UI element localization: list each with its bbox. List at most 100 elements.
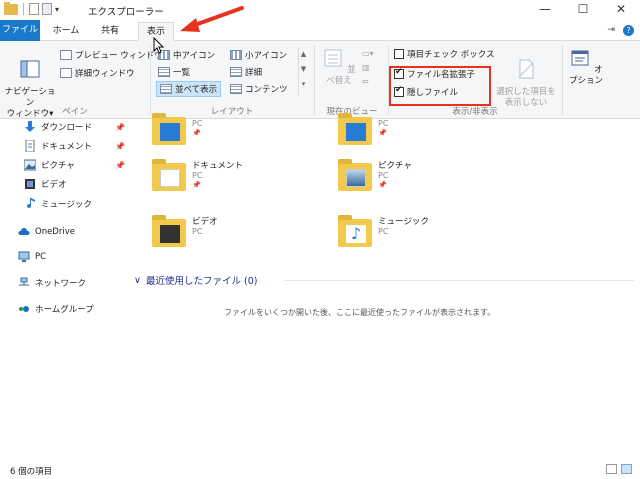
folder-name: ドキュメント bbox=[192, 161, 244, 171]
nav-item-pictures[interactable]: ピクチャ bbox=[24, 159, 75, 171]
mouse-cursor-icon bbox=[153, 37, 165, 54]
nav-label-network: ネットワーク bbox=[35, 279, 87, 289]
navigation-pane-icon bbox=[20, 60, 40, 78]
content-area: PC 📌 PC 📌 ドキュメント PC 📌 ピクチャ PC 📌 ビデオ PC ♪… bbox=[134, 113, 634, 459]
item-checkboxes-label: 項目チェック ボックス bbox=[407, 50, 495, 60]
annotation-arrow-icon bbox=[180, 6, 244, 32]
folder-tile-videos[interactable]: ビデオ PC bbox=[152, 215, 332, 263]
folder-location: PC bbox=[192, 227, 203, 236]
group-layout: 中アイコン 小アイコン 一覧 詳細 並べて表示 コンテンツ ▲ ▼ ▾ レイアウト bbox=[152, 41, 312, 119]
divider bbox=[562, 45, 563, 115]
highlight-box bbox=[389, 66, 491, 106]
status-bar: 6 個の項目 bbox=[0, 459, 640, 479]
window-title: エクスプローラー bbox=[88, 7, 164, 18]
folder-icon[interactable] bbox=[4, 1, 18, 15]
folder-location: PC bbox=[192, 119, 203, 128]
nav-item-homegroup[interactable]: ホームグループ bbox=[18, 303, 94, 315]
layout-list[interactable]: 一覧 bbox=[158, 66, 190, 78]
folder-tile-documents[interactable]: ドキュメント PC 📌 bbox=[152, 159, 332, 207]
large-icons-view-icon[interactable] bbox=[621, 464, 632, 474]
content-icon bbox=[230, 84, 242, 94]
preview-pane-button[interactable]: プレビュー ウィンドウ bbox=[60, 49, 163, 61]
pin-icon[interactable]: 📌 bbox=[115, 161, 125, 170]
layout-content[interactable]: コンテンツ bbox=[230, 83, 288, 95]
recent-files-title: 最近使用したファイル (0) bbox=[145, 276, 258, 287]
layout-small-icons[interactable]: 小アイコン bbox=[230, 49, 287, 61]
nav-label-pc: PC bbox=[35, 252, 47, 262]
tab-share[interactable]: 共有 bbox=[92, 22, 128, 41]
ribbon: ナビゲーション ウィンドウ▾ プレビュー ウィンドウ 詳細ウィンドウ ペイン 中… bbox=[0, 41, 640, 119]
folder-icon: ♪ bbox=[338, 215, 372, 247]
folder-tile-pictures[interactable]: ピクチャ PC 📌 bbox=[338, 159, 518, 207]
folder-tile-music[interactable]: ♪ ミュージック PC bbox=[338, 215, 518, 263]
nav-item-pc[interactable]: PC bbox=[18, 251, 46, 263]
divider bbox=[284, 280, 634, 281]
computer-icon bbox=[18, 251, 30, 262]
options-button[interactable]: オプション bbox=[566, 47, 606, 87]
nav-item-network[interactable]: ネットワーク bbox=[18, 277, 86, 289]
music-note-icon bbox=[27, 198, 35, 209]
folder-location: PC bbox=[378, 227, 389, 236]
sort-by-button[interactable]: 並べ替え bbox=[320, 47, 358, 87]
recent-files-header[interactable]: ∨ 最近使用したファイル (0) bbox=[134, 273, 258, 288]
help-icon[interactable]: ? bbox=[623, 25, 634, 36]
pin-icon: 📌 bbox=[378, 129, 387, 137]
folder-icon bbox=[338, 159, 372, 191]
preview-pane-icon bbox=[60, 50, 72, 60]
chevron-down-icon: ∨ bbox=[134, 274, 141, 286]
content-label: コンテンツ bbox=[245, 85, 288, 95]
close-button[interactable]: ✕ bbox=[602, 0, 640, 20]
nav-label-homegroup: ホームグループ bbox=[35, 305, 94, 315]
divider bbox=[314, 45, 315, 115]
group-by-icons[interactable]: ▭▾ ▥ ⇔ bbox=[362, 47, 374, 89]
small-icons-label: 小アイコン bbox=[245, 51, 288, 61]
hide-selected-button[interactable]: 選択した項目を 表示しない bbox=[494, 47, 558, 109]
pin-ribbon-icon[interactable]: ⇥ bbox=[607, 25, 615, 36]
layout-tiles[interactable]: 並べて表示 bbox=[156, 81, 222, 97]
tiles-icon bbox=[160, 84, 172, 94]
layout-medium-icons[interactable]: 中アイコン bbox=[158, 49, 215, 61]
new-folder-icon[interactable] bbox=[42, 3, 52, 15]
nav-label-music: ミュージック bbox=[41, 200, 92, 210]
nav-item-onedrive[interactable]: OneDrive bbox=[18, 226, 75, 238]
details-view-icon[interactable] bbox=[606, 464, 617, 474]
details-pane-button[interactable]: 詳細ウィンドウ bbox=[60, 67, 135, 79]
title-bar: ▾ エクスプローラー — ☐ ✕ bbox=[0, 0, 640, 20]
pin-icon: 📌 bbox=[192, 181, 201, 189]
cloud-icon bbox=[18, 228, 30, 235]
maximize-button[interactable]: ☐ bbox=[564, 0, 602, 20]
folder-icon bbox=[152, 113, 186, 145]
network-icon bbox=[19, 277, 29, 286]
item-checkboxes-toggle[interactable]: 項目チェック ボックス bbox=[394, 48, 494, 60]
navigation-pane: ダウンロード 📌 ドキュメント 📌 ピクチャ 📌 ビデオ ミュージック OneD… bbox=[0, 119, 128, 459]
recent-empty-message: ファイルをいくつか開いた後、ここに最近使ったファイルが表示されます。 bbox=[224, 308, 496, 317]
nav-item-videos[interactable]: ビデオ bbox=[24, 178, 67, 190]
nav-label-downloads: ダウンロード bbox=[41, 123, 93, 133]
pin-icon[interactable]: 📌 bbox=[115, 142, 125, 151]
nav-item-documents[interactable]: ドキュメント bbox=[24, 140, 92, 152]
folder-tile[interactable]: PC 📌 bbox=[152, 113, 332, 161]
tab-file[interactable]: ファイル bbox=[0, 20, 40, 41]
nav-label-documents: ドキュメント bbox=[41, 142, 93, 152]
properties-icon[interactable] bbox=[29, 3, 39, 15]
nav-item-music[interactable]: ミュージック bbox=[24, 198, 92, 210]
ribbon-tabs: ファイル ホーム 共有 表示 ⇥ ? bbox=[0, 20, 640, 41]
nav-item-downloads[interactable]: ダウンロード bbox=[24, 121, 92, 133]
layout-gallery-scroll[interactable]: ▲ ▼ ▾ bbox=[298, 47, 308, 95]
customize-qat-icon[interactable]: ▾ bbox=[55, 5, 59, 14]
folder-tile[interactable]: PC 📌 bbox=[338, 113, 518, 161]
list-label: 一覧 bbox=[173, 68, 191, 78]
pin-icon[interactable]: 📌 bbox=[115, 123, 125, 132]
layout-details[interactable]: 詳細 bbox=[230, 66, 262, 78]
item-count: 6 個の項目 bbox=[10, 467, 53, 477]
item-checkboxes-checkbox[interactable] bbox=[394, 49, 404, 59]
video-icon bbox=[25, 179, 35, 189]
folder-name: ビデオ bbox=[192, 217, 218, 227]
nav-label-onedrive: OneDrive bbox=[35, 227, 75, 237]
nav-label-videos: ビデオ bbox=[41, 180, 67, 190]
picture-icon bbox=[24, 159, 36, 171]
small-icons-icon bbox=[230, 50, 242, 60]
minimize-button[interactable]: — bbox=[526, 0, 564, 20]
tab-home[interactable]: ホーム bbox=[48, 22, 84, 41]
options-icon bbox=[571, 50, 589, 66]
